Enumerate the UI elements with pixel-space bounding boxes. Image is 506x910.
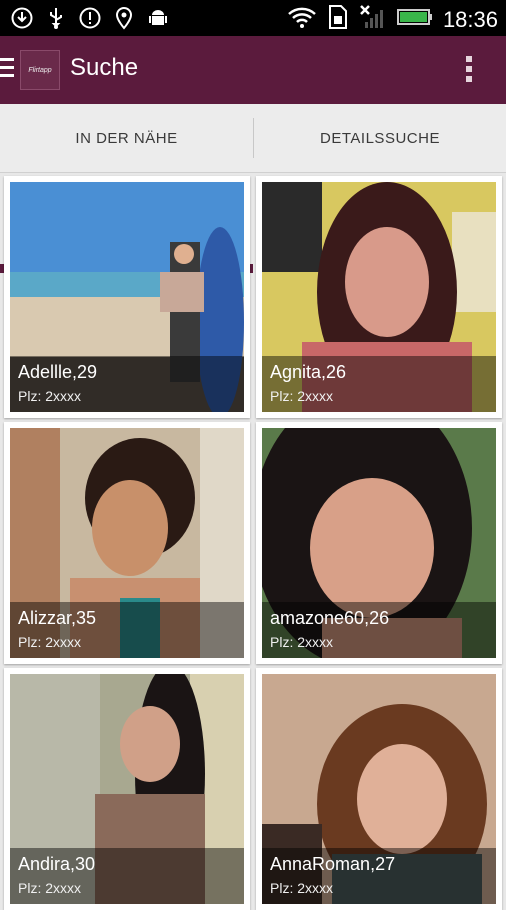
profile-name: Andira,30 xyxy=(18,854,96,874)
app-logo-text: Flirtapp xyxy=(28,66,52,74)
location-icon xyxy=(112,6,136,30)
sim-icon xyxy=(327,4,349,35)
profile-card[interactable]: amazone60,26 Plz: 2xxxx xyxy=(256,422,502,664)
overflow-menu-icon[interactable] xyxy=(466,56,472,86)
tab-bar: IN DER NÄHE DETAILSSUCHE xyxy=(0,104,506,273)
signal-icon xyxy=(359,4,387,35)
clock: 18:36 xyxy=(442,6,498,32)
profile-name: Alizzar,35 xyxy=(18,608,97,628)
wifi-icon xyxy=(287,5,317,34)
alert-icon xyxy=(78,6,102,30)
battery-icon xyxy=(396,7,433,32)
profile-grid: Adellle,29 Plz: 2xxxx Agnita,26 Plz: 2xx… xyxy=(0,172,506,910)
profile-plz: Plz: 2xxxx xyxy=(270,388,334,404)
profile-plz: Plz: 2xxxx xyxy=(18,388,82,404)
tab-detailssuche[interactable]: DETAILSSUCHE xyxy=(254,104,506,172)
android-icon xyxy=(146,6,170,30)
app-bar: Flirtapp Suche xyxy=(0,36,506,104)
profile-card[interactable]: Alizzar,35 Plz: 2xxxx xyxy=(4,422,250,664)
profile-card[interactable]: Agnita,26 Plz: 2xxxx xyxy=(256,176,502,418)
profile-plz: Plz: 2xxxx xyxy=(18,880,82,896)
tab-in-der-naehe[interactable]: IN DER NÄHE xyxy=(0,104,253,172)
profile-card[interactable]: Andira,30 Plz: 2xxxx xyxy=(4,668,250,910)
profile-plz: Plz: 2xxxx xyxy=(270,634,334,650)
profile-caption: AnnaRoman,27 Plz: 2xxxx xyxy=(262,848,496,904)
profile-plz: Plz: 2xxxx xyxy=(18,634,82,650)
profile-caption: Adellle,29 Plz: 2xxxx xyxy=(10,356,244,412)
status-bar: 18:36 xyxy=(0,0,506,36)
profile-name: Adellle,29 xyxy=(18,362,98,382)
usb-icon xyxy=(44,6,68,30)
menu-icon[interactable] xyxy=(0,58,14,82)
app-logo[interactable]: Flirtapp xyxy=(20,50,60,90)
download-icon xyxy=(10,6,34,30)
page-title: Suche xyxy=(70,54,139,81)
profile-caption: Agnita,26 Plz: 2xxxx xyxy=(262,356,496,412)
profile-card[interactable]: Adellle,29 Plz: 2xxxx xyxy=(4,176,250,418)
profile-caption: Alizzar,35 Plz: 2xxxx xyxy=(10,602,244,658)
profile-name: Agnita,26 xyxy=(270,362,347,382)
profile-card[interactable]: AnnaRoman,27 Plz: 2xxxx xyxy=(256,668,502,910)
profile-plz: Plz: 2xxxx xyxy=(270,880,334,896)
profile-caption: Andira,30 Plz: 2xxxx xyxy=(10,848,244,904)
profile-caption: amazone60,26 Plz: 2xxxx xyxy=(262,602,496,658)
profile-name: AnnaRoman,27 xyxy=(270,854,396,874)
profile-name: amazone60,26 xyxy=(270,608,390,628)
